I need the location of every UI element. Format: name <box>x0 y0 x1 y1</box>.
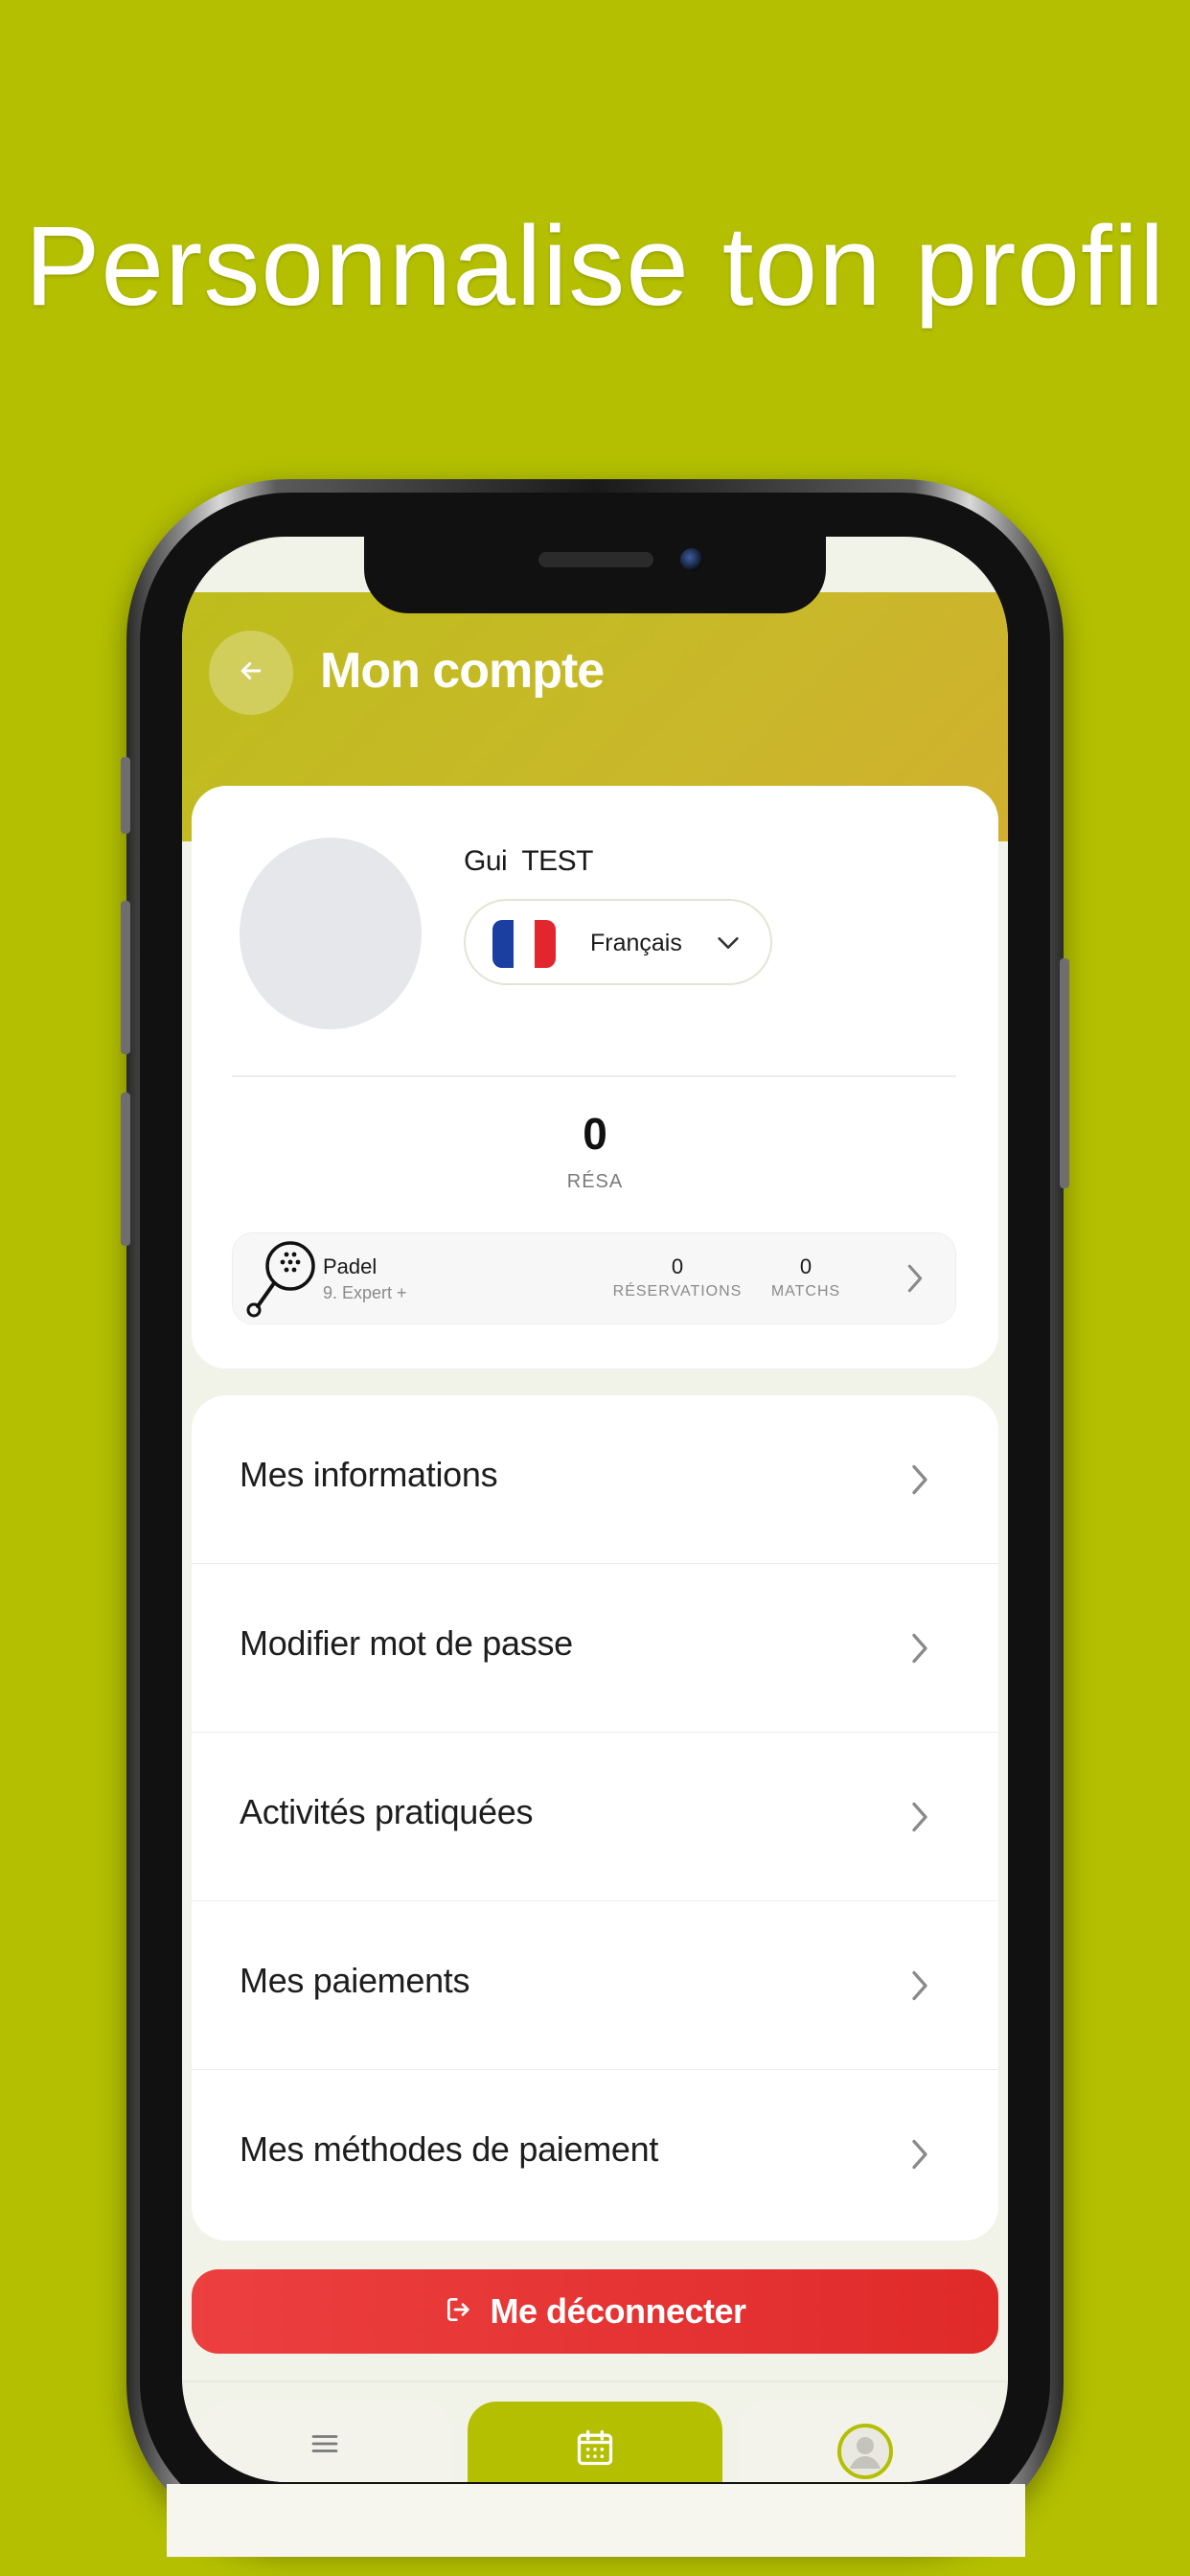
chevron-right-icon <box>908 1800 931 1839</box>
divider <box>182 2380 1008 2382</box>
arrow-left-icon <box>237 656 265 690</box>
back-button[interactable] <box>209 631 293 715</box>
menu-item-label: Mes paiements <box>240 1961 470 2000</box>
menu-item-mes-methodes-de-paiement[interactable]: Mes méthodes de paiement <box>192 2070 998 2239</box>
sport-level: 9. Expert + <box>323 1283 407 1302</box>
resa-count: 0 <box>583 1109 607 1159</box>
menu-item-mes-paiements[interactable]: Mes paiements <box>192 1901 998 2070</box>
phone-bottom-strip <box>167 2484 1025 2557</box>
chevron-right-icon <box>908 1968 931 2008</box>
chevron-right-icon <box>908 1462 931 1502</box>
account-menu: Mes informations Modifier mot de passe A… <box>192 1395 998 2241</box>
matches-count: 0 <box>799 1254 812 1278</box>
calendar-icon <box>574 2426 616 2473</box>
tab-profile[interactable] <box>740 2402 991 2482</box>
phone-volume-down-button <box>121 1092 130 1246</box>
user-name: Gui TEST <box>464 845 593 877</box>
sport-name: Padel <box>323 1254 378 1278</box>
promo-headline: Personnalise ton profil <box>24 203 1166 330</box>
matches-label: MATCHS <box>770 1283 841 1300</box>
logout-label: Me déconnecter <box>490 2291 746 2331</box>
menu-item-label: Mes méthodes de paiement <box>240 2129 659 2169</box>
profile-avatar-icon <box>836 2423 894 2482</box>
sport-summary-row[interactable]: Padel 9. Expert + 0 RÉSERVATIONS 0 MATCH… <box>232 1232 956 1324</box>
phone-mute-button <box>121 757 130 834</box>
language-label: Français <box>590 930 682 956</box>
page-title: Mon compte <box>320 643 605 699</box>
profile-card: Gui TEST Français 0 RÉSA Padel 9. Expert… <box>192 786 998 1368</box>
chevron-down-icon <box>713 930 744 961</box>
chevron-right-icon <box>904 1262 927 1300</box>
phone-volume-up-button <box>121 901 130 1054</box>
front-camera <box>680 548 703 571</box>
france-flag-icon <box>492 920 556 968</box>
phone-power-button <box>1060 958 1069 1188</box>
phone-notch <box>364 537 826 613</box>
menu-item-modifier-mot-de-passe[interactable]: Modifier mot de passe <box>192 1564 998 1733</box>
chevron-right-icon <box>908 2137 931 2176</box>
chevron-right-icon <box>908 1631 931 1670</box>
logout-button[interactable]: Me déconnecter <box>192 2269 998 2354</box>
divider <box>232 1075 956 1077</box>
tab-calendar[interactable] <box>468 2402 722 2482</box>
logout-icon <box>444 2294 474 2330</box>
app-screen: Mon compte Gui TEST Français 0 RÉSA Pade… <box>182 537 1008 2482</box>
language-select[interactable]: Français <box>464 899 772 985</box>
padel-racket-icon <box>242 1239 319 1322</box>
avatar[interactable] <box>240 838 422 1029</box>
menu-item-label: Activités pratiquées <box>240 1792 534 1831</box>
menu-item-label: Mes informations <box>240 1455 498 1494</box>
menu-icon <box>308 2426 342 2466</box>
menu-item-label: Modifier mot de passe <box>240 1623 573 1663</box>
tab-menu[interactable] <box>199 2402 450 2482</box>
speaker-grille <box>538 552 653 567</box>
menu-item-mes-informations[interactable]: Mes informations <box>192 1395 998 1564</box>
menu-item-activites-pratiquees[interactable]: Activités pratiquées <box>192 1733 998 1901</box>
resa-label: RÉSA <box>566 1171 624 1192</box>
